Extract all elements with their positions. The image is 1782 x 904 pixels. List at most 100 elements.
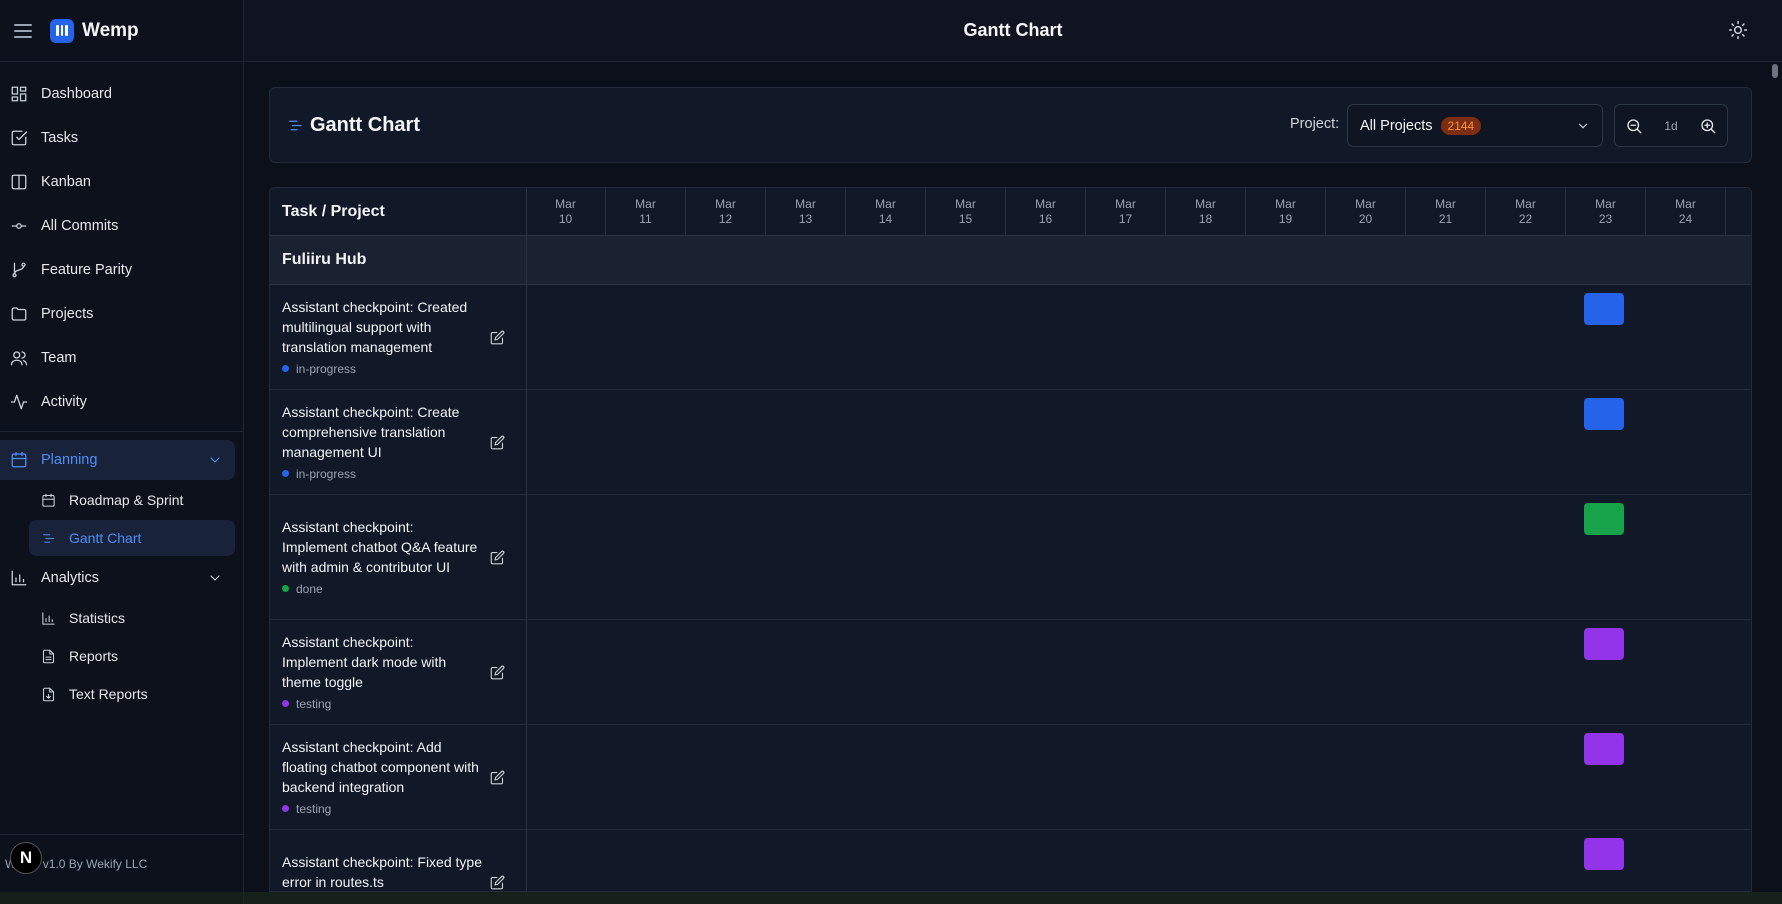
zoom-level: 1d: [1664, 118, 1678, 133]
task-bar[interactable]: [1584, 733, 1624, 765]
task-info: Assistant checkpoint: Create comprehensi…: [282, 402, 482, 484]
day-number: 24: [1678, 212, 1693, 226]
day-number: 17: [1118, 212, 1133, 226]
project-filter-select[interactable]: All Projects 2144: [1347, 104, 1603, 147]
day-month: Mar: [1275, 197, 1296, 211]
day-column-header: Mar 12: [686, 188, 766, 236]
edit-icon[interactable]: [490, 330, 506, 346]
edit-icon[interactable]: [490, 435, 506, 451]
sidebar-item-label: Feature Parity: [41, 262, 133, 278]
edit-icon[interactable]: [490, 770, 506, 786]
sidebar-item-label: Text Reports: [69, 686, 148, 702]
edit-icon[interactable]: [490, 665, 506, 681]
sidebar-item-feature-parity[interactable]: Feature Parity: [0, 248, 243, 292]
day-number: 18: [1198, 212, 1213, 226]
sidebar-group-analytics[interactable]: Analytics: [0, 558, 235, 598]
day-month: Mar: [955, 197, 976, 211]
sidebar-item-label: Kanban: [41, 174, 91, 190]
status-dot: [282, 585, 289, 592]
day-column-header: Mar 15: [926, 188, 1006, 236]
day-month: Mar: [875, 197, 896, 211]
day-column-header: Mar 17: [1086, 188, 1166, 236]
task-bar[interactable]: [1584, 628, 1624, 660]
sidebar-item-reports[interactable]: Reports: [29, 638, 235, 674]
task-title: Assistant checkpoint: Create comprehensi…: [282, 403, 460, 460]
day-number: 11: [639, 212, 652, 226]
day-number: 16: [1038, 212, 1053, 226]
day-number: 10: [558, 212, 573, 226]
task-row[interactable]: Assistant checkpoint: Create comprehensi…: [270, 390, 1751, 495]
sidebar-item-label: Projects: [41, 306, 94, 322]
day-column-header: Mar 18: [1166, 188, 1246, 236]
sidebar-item-dashboard[interactable]: Dashboard: [0, 72, 243, 116]
task-info: Assistant checkpoint: Fixed type error i…: [282, 852, 482, 892]
theme-toggle-sun-icon[interactable]: [1728, 20, 1750, 42]
edit-icon[interactable]: [490, 875, 506, 891]
sidebar-item-activity[interactable]: Activity: [0, 380, 243, 424]
task-bar[interactable]: [1584, 398, 1624, 430]
task-bar[interactable]: [1584, 503, 1624, 535]
sidebar-item-roadmap-sprint[interactable]: Roadmap & Sprint: [29, 482, 235, 518]
task-row[interactable]: Assistant checkpoint: Implement chatbot …: [270, 495, 1751, 620]
sidebar-item-team[interactable]: Team: [0, 336, 243, 380]
task-info: Assistant checkpoint: Add floating chatb…: [282, 737, 482, 819]
gantt-chart: Task / Project Mar 10 Mar 11 Mar 12 Mar 13 Mar 14…: [269, 187, 1752, 892]
sidebar-item-gantt-chart[interactable]: Gantt Chart: [29, 520, 235, 556]
sidebar-item-kanban[interactable]: Kanban: [0, 160, 243, 204]
sidebar-item-text-reports[interactable]: Text Reports: [29, 676, 235, 712]
task-bar[interactable]: [1584, 293, 1624, 325]
status-dot: [282, 805, 289, 812]
sidebar-item-projects[interactable]: Projects: [0, 292, 243, 336]
zoom-in-icon[interactable]: [1699, 117, 1717, 135]
sidebar-item-label: Tasks: [41, 130, 79, 146]
day-month: Mar: [1515, 197, 1536, 211]
task-project-header: Task / Project: [282, 203, 385, 220]
gantt-header: Task / Project Mar 10 Mar 11 Mar 12 Mar 13 Mar 14…: [270, 188, 1751, 236]
task-status: in-progress: [282, 359, 482, 379]
day-month: Mar: [555, 197, 576, 211]
task-row[interactable]: Assistant checkpoint: Add floating chatb…: [270, 725, 1751, 830]
hamburger-menu-icon[interactable]: [14, 23, 32, 38]
day-column-header: Mar 20: [1326, 188, 1406, 236]
task-row[interactable]: Assistant checkpoint: Fixed type error i…: [270, 830, 1751, 892]
brand-bar: Wemp: [0, 0, 243, 62]
sidebar-group-label: Analytics: [41, 570, 100, 586]
task-title: Assistant checkpoint: Implement chatbot …: [282, 518, 478, 575]
scrollbar-thumb[interactable]: [1772, 64, 1778, 78]
sidebar-item-label: Dashboard: [41, 86, 112, 102]
day-column-header: Mar 10: [526, 188, 606, 236]
next-dev-badge[interactable]: N: [10, 842, 42, 874]
sidebar-item-label: Statistics: [69, 610, 126, 626]
sidebar-item-all-commits[interactable]: All Commits: [0, 204, 243, 248]
sidebar-item-statistics[interactable]: Statistics: [29, 600, 235, 636]
sidebar-item-label: Activity: [41, 394, 87, 410]
day-month: Mar: [1595, 197, 1616, 211]
task-row[interactable]: Assistant checkpoint: Created multilingu…: [270, 285, 1751, 390]
task-title: Assistant checkpoint: Implement dark mod…: [282, 633, 447, 690]
report-icon: [41, 649, 56, 664]
day-number: 23: [1598, 212, 1613, 226]
day-month: Mar: [1115, 197, 1136, 211]
sidebar-item-tasks[interactable]: Tasks: [0, 116, 243, 160]
chevron-down-icon[interactable]: [207, 570, 223, 586]
task-status: in-progress: [282, 464, 482, 484]
day-column-header: Mar 11: [606, 188, 686, 236]
chevron-down-icon[interactable]: [207, 452, 223, 468]
day-number: 19: [1278, 212, 1293, 226]
edit-icon[interactable]: [490, 550, 506, 566]
task-title: Assistant checkpoint: Add floating chatb…: [282, 738, 479, 795]
zoom-out-icon[interactable]: [1625, 117, 1643, 135]
task-row[interactable]: Assistant checkpoint: Implement dark mod…: [270, 620, 1751, 725]
day-month: Mar: [795, 197, 816, 211]
task-info: Assistant checkpoint: Created multilingu…: [282, 297, 482, 379]
day-column-header: Mar 22: [1486, 188, 1566, 236]
day-month: Mar: [1195, 197, 1216, 211]
day-month: Mar: [1355, 197, 1376, 211]
calendar-icon: [41, 493, 56, 508]
day-column-header: Mar 19: [1246, 188, 1326, 236]
task-bar[interactable]: [1584, 838, 1624, 870]
project-row[interactable]: Fuliiru Hub: [270, 236, 1751, 285]
sidebar-group-planning[interactable]: Planning: [0, 440, 235, 480]
toolbar-title: Gantt Chart: [310, 113, 420, 136]
day-number: 22: [1518, 212, 1533, 226]
